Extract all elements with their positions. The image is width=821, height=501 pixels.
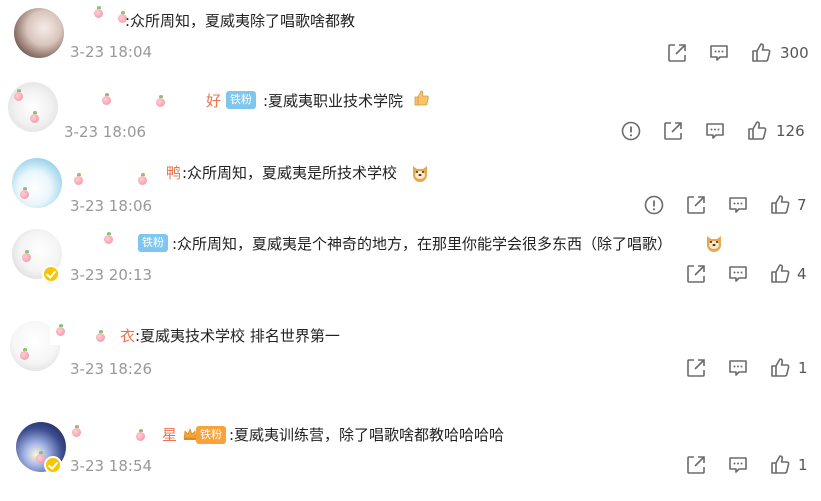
thumbs-up-icon[interactable] [750,41,772,63]
comment-icon[interactable] [727,357,749,379]
username[interactable] [68,231,136,253]
comment-text: :夏威夷职业技术学院 [263,92,404,110]
username[interactable] [68,162,166,185]
comment-item: 星 铁粉 :夏威夷训练营，除了唱歌啥都教哈哈哈哈 3-23 18:54 1 [0,410,821,501]
comment-item: 衣 :夏威夷技术学校 排名世界第一 3-23 18:26 1 [0,315,821,405]
fan-badge: 铁粉 [196,426,226,444]
username-suffix[interactable]: 鸭 [166,162,181,183]
comment-item: 好 铁粉 :夏威夷职业技术学院 3-23 18:06 126 [0,70,821,150]
username[interactable] [50,323,120,345]
username-suffix[interactable]: 星 [162,424,177,445]
thumbs-up-icon[interactable] [769,453,791,475]
username-suffix[interactable]: 好 [206,90,221,111]
thumbs-up-icon[interactable] [769,356,791,378]
decoration-icon [136,429,145,441]
comment-item: 铁粉 :众所周知，夏威夷是个神奇的地方，在那里你能学会很多东西（除了唱歌） 3-… [0,225,821,305]
decoration-icon [96,330,105,342]
thumbs-up-icon[interactable] [746,119,768,141]
thumbs-up-emoji-icon [412,88,432,108]
share-icon[interactable] [685,263,707,285]
decoration-icon [156,95,165,107]
avatar[interactable] [14,8,64,58]
comment-icon[interactable] [727,263,749,285]
decoration-icon [20,348,29,360]
comment-time: 3-23 18:26 [70,360,153,378]
verified-icon [42,265,60,283]
username[interactable] [64,84,204,107]
comment-icon[interactable] [704,120,726,142]
share-icon[interactable] [662,120,684,142]
comment-text: :众所周知，夏威夷是所技术学校 [182,164,398,182]
decoration-icon [14,89,23,101]
comment-item: :众所周知，夏威夷除了唱歌啥都教 3-23 18:04 300 [0,0,821,70]
like-count: 4 [797,265,807,283]
username[interactable] [70,422,160,444]
decoration-icon [20,187,29,199]
comment-time: 3-23 20:13 [70,266,153,284]
comment-icon[interactable] [727,454,749,476]
comment-icon[interactable] [708,42,730,64]
comment-text: :夏威夷训练营，除了唱歌啥都教哈哈哈哈 [229,426,505,444]
fan-badge: 铁粉 [138,234,168,252]
username-suffix[interactable]: 衣 [120,325,135,346]
doge-emoji-icon [410,162,430,182]
fan-badge: 铁粉 [226,91,256,109]
share-icon[interactable] [685,454,707,476]
like-count: 126 [776,122,805,140]
thumbs-up-icon[interactable] [769,262,791,284]
decoration-icon [74,173,83,185]
decoration-icon [30,111,39,123]
comment-text: :夏威夷技术学校 排名世界第一 [135,327,340,345]
comment-item: 鸭 :众所周知，夏威夷是所技术学校 3-23 18:06 7 [0,150,821,225]
report-icon[interactable] [643,194,665,216]
comment-icon[interactable] [727,194,749,216]
decoration-icon [22,250,31,262]
comment-text: :众所周知，夏威夷除了唱歌啥都教 [125,12,356,30]
decoration-icon [138,173,147,185]
decoration-icon [56,324,65,336]
like-count: 1 [798,456,808,474]
doge-emoji-icon [704,232,724,252]
report-icon[interactable] [620,120,642,142]
avatar[interactable] [12,158,62,208]
share-icon[interactable] [685,357,707,379]
username[interactable] [68,6,132,28]
decoration-icon [72,425,81,437]
share-icon[interactable] [666,42,688,64]
like-count: 7 [797,196,807,214]
decoration-icon [104,232,113,244]
comment-time: 3-23 18:06 [70,197,153,215]
decoration-icon [102,93,111,105]
like-count: 1 [798,359,808,377]
decoration-icon [94,6,103,18]
comment-text: :众所周知，夏威夷是个神奇的地方，在那里你能学会很多东西（除了唱歌） [172,235,673,253]
share-icon[interactable] [685,194,707,216]
verified-icon [44,456,62,474]
comment-time: 3-23 18:54 [70,457,153,475]
thumbs-up-icon[interactable] [769,193,791,215]
comment-time: 3-23 18:06 [64,123,147,141]
like-count: 300 [780,44,809,62]
comment-time: 3-23 18:04 [70,43,153,61]
avatar[interactable] [8,82,58,132]
